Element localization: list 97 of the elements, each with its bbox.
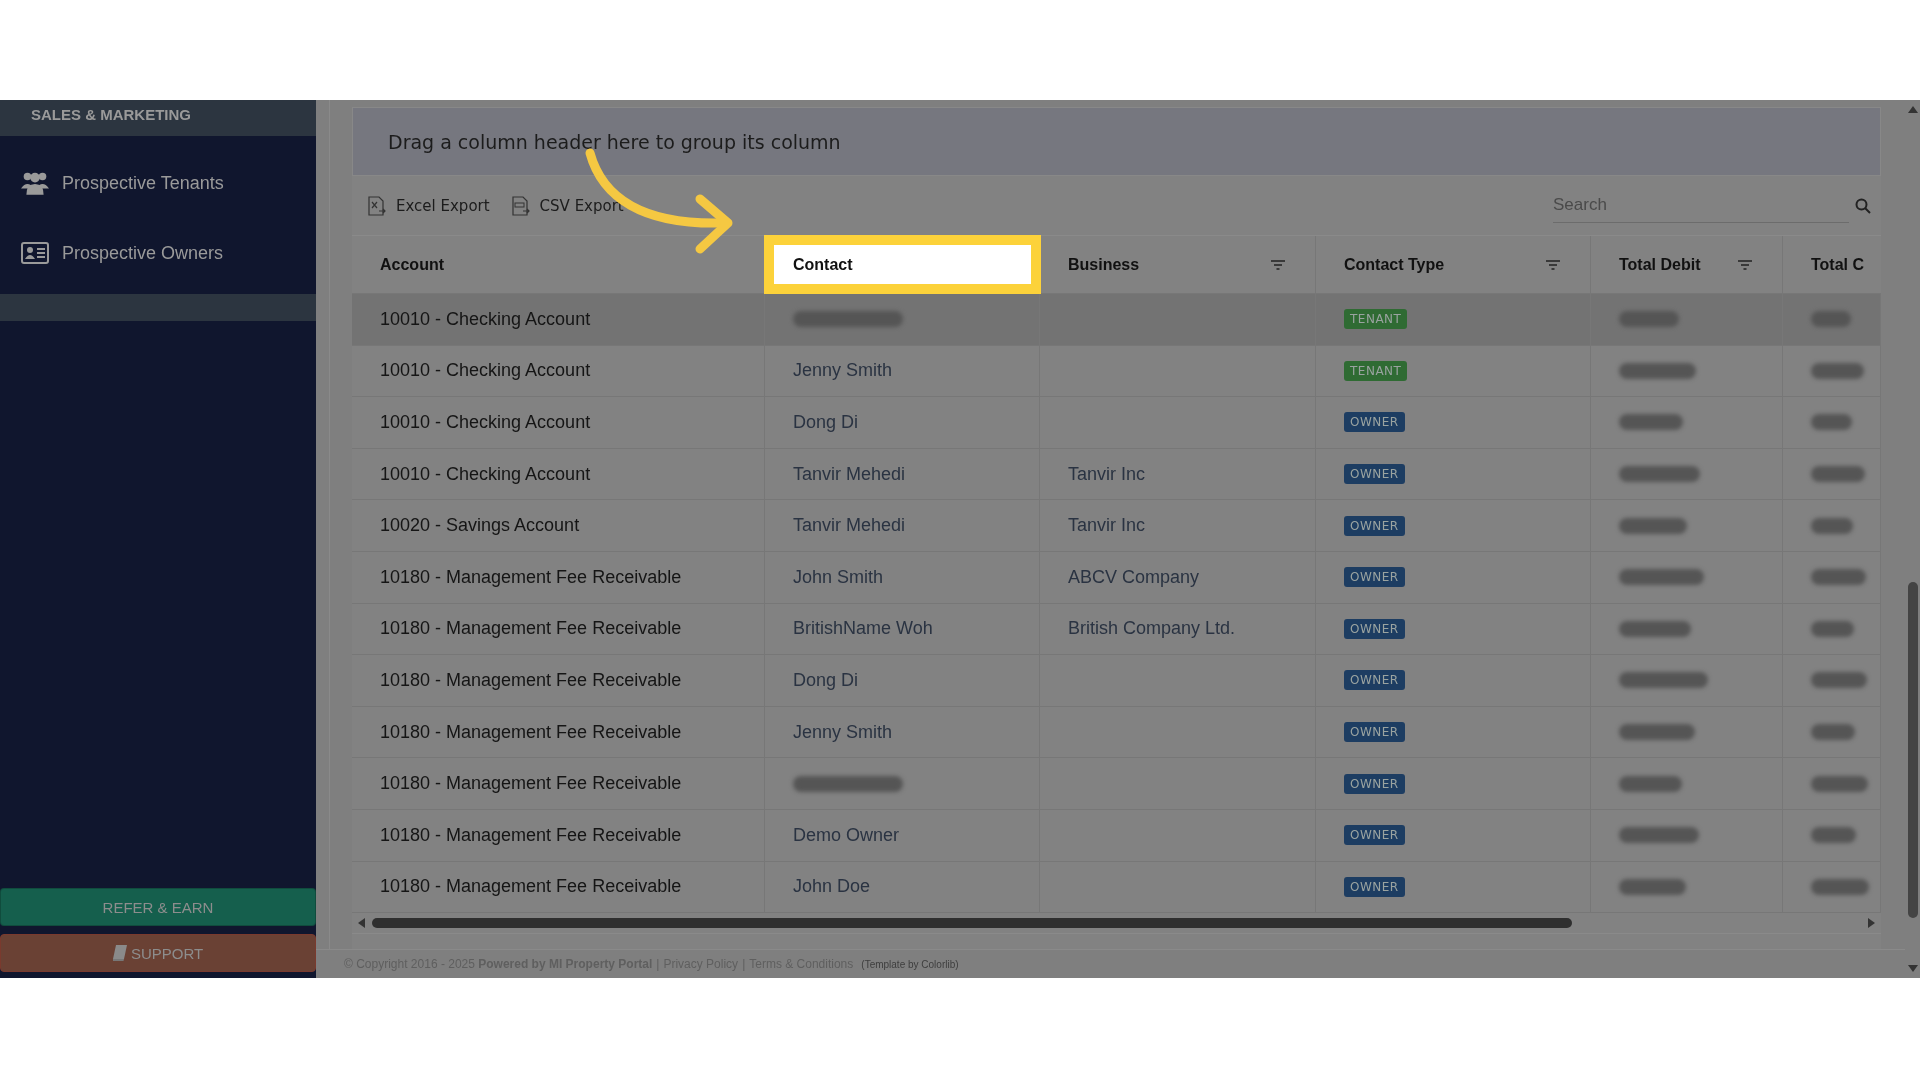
- search-field[interactable]: Search: [1553, 188, 1849, 223]
- table-cell: Tanvir Inc: [1068, 463, 1146, 485]
- blurred-text: [1811, 362, 1864, 379]
- support-button[interactable]: SUPPORT: [0, 934, 316, 972]
- blurred-text: [1811, 775, 1868, 792]
- csv-file-icon: [511, 195, 530, 216]
- table-cell: 10180 - Management Fee Receivable: [380, 566, 682, 588]
- credit-text: (Template by Colorlib): [861, 958, 959, 970]
- excel-file-icon: [368, 195, 386, 216]
- table-cell: Jenny Smith: [793, 721, 893, 743]
- contact-type-tag: OWNER: [1344, 515, 1405, 536]
- table-row[interactable]: 10180 - Management Fee Receivable Demo Owner OWNER: [352, 809, 1881, 862]
- excel-export-button[interactable]: Excel Export: [368, 195, 490, 216]
- table-cell: John Smith: [793, 566, 884, 588]
- blurred-text: [1619, 517, 1687, 534]
- table-cell: Demo Owner: [793, 824, 900, 846]
- blurred-text: [1811, 414, 1852, 431]
- contact-type-tag: OWNER: [1344, 670, 1405, 691]
- table-cell: John Doe: [793, 876, 871, 898]
- table-cell: 10180 - Management Fee Receivable: [380, 773, 682, 795]
- column-header[interactable]: Business: [1040, 236, 1316, 293]
- table-cell: 10180 - Management Fee Receivable: [380, 824, 682, 846]
- blurred-text: [1619, 311, 1679, 328]
- search-icon: [1855, 197, 1871, 214]
- table-row[interactable]: 10010 - Checking Account Tanvir Mehedi Tanvir Inc OWNER: [352, 448, 1881, 501]
- contact-type-tag: OWNER: [1344, 722, 1405, 743]
- contact-type-tag: OWNER: [1344, 876, 1405, 897]
- table-row[interactable]: 10180 - Management Fee Receivable Jenny Smith OWNER: [352, 706, 1881, 759]
- table-cell: 10010 - Checking Account: [380, 463, 591, 485]
- blurred-text: [1811, 517, 1853, 534]
- contact-type-tag: TENANT: [1344, 309, 1408, 330]
- blurred-text: [1619, 878, 1686, 895]
- blurred-text: [1619, 414, 1683, 431]
- table-row[interactable]: 10180 - Management Fee Receivable John Doe OWNER: [352, 861, 1881, 914]
- table-cell: 10180 - Management Fee Receivable: [380, 721, 682, 743]
- section-header: SALES & MARKETING: [0, 100, 316, 136]
- column-header[interactable]: Total C: [1783, 236, 1881, 293]
- column-header[interactable]: Contact Type: [1316, 236, 1591, 293]
- column-header[interactable]: Total Debit: [1591, 236, 1783, 293]
- table-cell: Jenny Smith: [793, 360, 893, 382]
- filter-icon[interactable]: [1271, 259, 1285, 270]
- table-cell: 10010 - Checking Account: [380, 412, 591, 433]
- table-row[interactable]: 10180 - Management Fee Receivable OWNER: [352, 758, 1881, 810]
- scroll-down-icon[interactable]: [1907, 964, 1918, 972]
- contact-type-tag: OWNER: [1344, 464, 1405, 485]
- column-header[interactable]: Contact: [765, 236, 1040, 293]
- filter-icon[interactable]: [1546, 259, 1560, 270]
- contact-type-tag: OWNER: [1344, 412, 1405, 433]
- table-cell: 10180 - Management Fee Receivable: [380, 876, 682, 898]
- book-icon: [112, 945, 127, 961]
- table-row[interactable]: 10180 - Management Fee Receivable John Smith ABCV Company OWNER: [352, 551, 1881, 604]
- table-cell: British Company Ltd.: [1068, 618, 1236, 640]
- sidebar-item[interactable]: Prospective Owners: [0, 218, 316, 288]
- table-row[interactable]: 10020 - Savings Account Tanvir Mehedi Tanvir Inc OWNER: [352, 500, 1881, 552]
- blurred-text: [1811, 620, 1854, 637]
- contact-type-tag: OWNER: [1344, 567, 1405, 588]
- group-panel-hint: Drag a column header here to group its column: [388, 130, 841, 153]
- blurred-text: [1619, 775, 1682, 792]
- table-row[interactable]: 10180 - Management Fee Receivable Dong Di OWNER: [352, 655, 1881, 707]
- blurred-text: [1811, 311, 1851, 328]
- table-cell: Tanvir Inc: [1068, 515, 1146, 537]
- csv-export-button[interactable]: CSV Export: [511, 195, 624, 216]
- contact-type-tag: OWNER: [1344, 825, 1405, 846]
- table-cell: BritishName Woh: [793, 618, 933, 640]
- table-cell: Dong Di: [793, 669, 859, 691]
- table-cell: ABCV Company: [1068, 566, 1200, 588]
- contact-type-tag: OWNER: [1344, 618, 1405, 639]
- scroll-right-icon[interactable]: [1867, 918, 1875, 929]
- id-card-icon: [21, 241, 49, 265]
- separator: |: [742, 957, 746, 971]
- filter-icon[interactable]: [1738, 259, 1752, 270]
- blurred-text: [1811, 724, 1855, 741]
- table-cell: 10010 - Checking Account: [380, 308, 591, 330]
- separator: |: [656, 957, 660, 971]
- blurred-text: [1811, 569, 1866, 586]
- table-cell: 10020 - Savings Account: [380, 515, 580, 537]
- blurred-text: [1811, 827, 1856, 844]
- table-cell: Dong Di: [793, 412, 859, 433]
- people-icon: [21, 171, 49, 195]
- contact-type-tag: TENANT: [1344, 360, 1408, 381]
- table-cell: 10010 - Checking Account: [380, 360, 591, 382]
- contact-type-tag: OWNER: [1344, 773, 1405, 794]
- table-row[interactable]: 10180 - Management Fee Receivable BritishName Woh British Company Ltd. OWNER: [352, 603, 1881, 656]
- table-cell: 10180 - Management Fee Receivable: [380, 618, 682, 640]
- blurred-text: [1811, 672, 1867, 689]
- blurred-text: [1811, 878, 1869, 895]
- blurred-text: [1619, 620, 1691, 637]
- blurred-text: [1811, 466, 1865, 483]
- sidebar-item[interactable]: Prospective Tenants: [0, 148, 316, 218]
- scroll-up-icon[interactable]: [1907, 106, 1918, 114]
- table-row[interactable]: 10010 - Checking Account Dong Di OWNER: [352, 397, 1881, 449]
- table-cell: Tanvir Mehedi: [793, 515, 906, 537]
- table-row[interactable]: 10010 - Checking Account TENANT: [352, 294, 1881, 346]
- table-cell: Tanvir Mehedi: [793, 463, 906, 485]
- scroll-left-icon[interactable]: [358, 918, 366, 929]
- table-cell: 10180 - Management Fee Receivable: [380, 669, 682, 691]
- table-row[interactable]: 10010 - Checking Account Jenny Smith TENANT: [352, 345, 1881, 398]
